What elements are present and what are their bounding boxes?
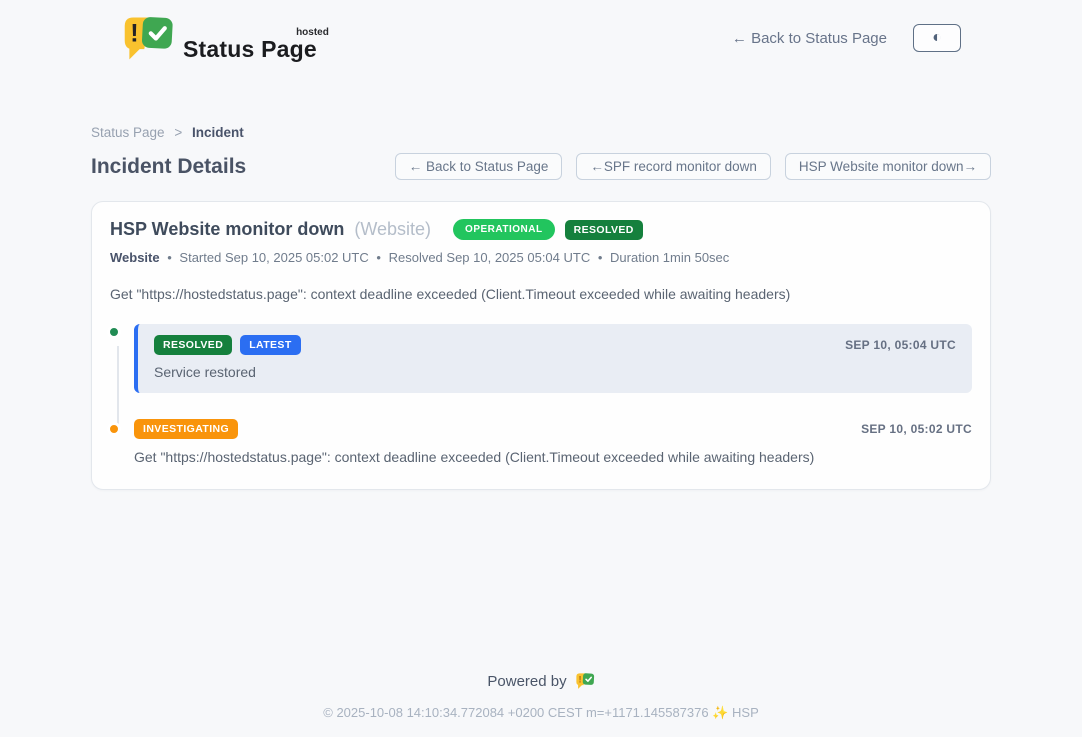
incident-component: (Website) xyxy=(354,219,431,240)
meta-separator: • xyxy=(598,250,603,265)
powered-by-label: Powered by xyxy=(487,673,566,690)
timeline-dot-orange xyxy=(107,422,121,436)
timeline-dot-green xyxy=(107,325,121,339)
footer: Powered by ! © 2025-10-08 14:10:34.77208… xyxy=(0,672,1082,721)
copyright-text: © 2025-10-08 14:10:34.772084 +0200 CEST … xyxy=(0,705,1082,721)
incident-meta: Website • Started Sep 10, 2025 05:02 UTC… xyxy=(110,250,972,265)
svg-text:!: ! xyxy=(578,674,581,684)
main-content: Status Page > Incident Incident Details … xyxy=(91,125,991,490)
incident-card: HSP Website monitor down (Website) OPERA… xyxy=(91,201,991,490)
header-back-to-status-page-link[interactable]: ← Back to Status Page xyxy=(732,30,887,47)
timeline-message: Service restored xyxy=(154,364,956,380)
header: ! hosted Status Page ← Back to Status Pa… xyxy=(0,0,1082,62)
meta-resolved: Resolved Sep 10, 2025 05:04 UTC xyxy=(389,250,591,265)
latest-badge: LATEST xyxy=(240,335,300,355)
timeline-entry-highlight-box: RESOLVED LATEST SEP 10, 05:04 UTC Servic… xyxy=(134,324,972,393)
status-page-mini-logo-icon[interactable]: ! xyxy=(575,672,595,690)
timeline-entry-resolved: RESOLVED LATEST SEP 10, 05:04 UTC Servic… xyxy=(110,324,972,393)
next-incident-button[interactable]: HSP Website monitor down→ xyxy=(785,153,991,180)
logo-brand-text: Status Page xyxy=(183,36,317,62)
incident-timeline: RESOLVED LATEST SEP 10, 05:04 UTC Servic… xyxy=(110,324,972,465)
half-circle-icon: ◐ xyxy=(932,30,942,46)
timeline-message: Get "https://hostedstatus.page": context… xyxy=(134,449,972,465)
app-logo[interactable]: ! hosted Status Page xyxy=(121,14,321,62)
meta-separator: • xyxy=(376,250,381,265)
exclamation-glyph: ! xyxy=(130,20,138,48)
prev-incident-button[interactable]: ←SPF record monitor down xyxy=(576,153,771,180)
resolved-state-badge: RESOLVED xyxy=(565,220,643,240)
meta-started: Started Sep 10, 2025 05:02 UTC xyxy=(179,250,368,265)
resolved-badge: RESOLVED xyxy=(154,335,232,355)
operational-badge: OPERATIONAL xyxy=(453,219,555,240)
timeline-timestamp: SEP 10, 05:04 UTC xyxy=(845,338,956,352)
back-to-status-page-button[interactable]: ← Back to Status Page xyxy=(395,153,563,180)
incident-title: HSP Website monitor down xyxy=(110,219,344,240)
page-title: Incident Details xyxy=(91,155,246,179)
theme-toggle-button[interactable]: ◐ xyxy=(913,24,961,52)
meta-duration: Duration 1min 50sec xyxy=(610,250,729,265)
incident-description: Get "https://hostedstatus.page": context… xyxy=(110,286,972,302)
incident-nav-buttons: ← Back to Status Page ←SPF record monito… xyxy=(395,153,991,180)
breadcrumb-current: Incident xyxy=(192,125,244,140)
meta-monitor: Website xyxy=(110,250,160,265)
breadcrumb: Status Page > Incident xyxy=(91,125,991,140)
investigating-badge: INVESTIGATING xyxy=(134,419,238,439)
logo-superscript: hosted xyxy=(296,27,329,38)
timeline-timestamp: SEP 10, 05:02 UTC xyxy=(861,422,972,436)
timeline-entry-investigating: INVESTIGATING SEP 10, 05:02 UTC Get "htt… xyxy=(110,419,972,465)
meta-separator: • xyxy=(167,250,172,265)
breadcrumb-status-page-link[interactable]: Status Page xyxy=(91,125,165,140)
breadcrumb-separator: > xyxy=(174,125,182,140)
status-page-logo-icon: ! xyxy=(121,14,175,62)
